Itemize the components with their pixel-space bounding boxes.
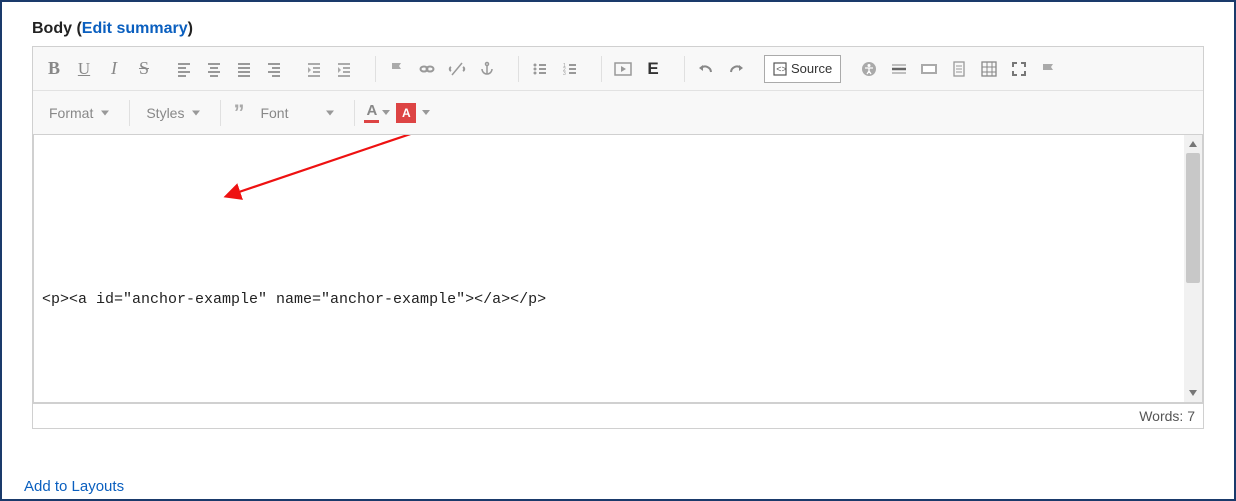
format-dropdown[interactable]: Format — [39, 99, 115, 127]
link-button[interactable] — [413, 55, 441, 83]
maximize-button[interactable] — [1005, 55, 1033, 83]
indent-button[interactable] — [330, 55, 358, 83]
underline-button[interactable]: U — [70, 55, 98, 83]
word-count: Words: 7 — [1139, 408, 1195, 424]
align-center-button[interactable] — [200, 55, 228, 83]
rich-text-editor: B U I S — [32, 46, 1204, 429]
styles-dropdown[interactable]: Styles — [136, 99, 206, 127]
edit-summary-link[interactable]: Edit summary — [82, 20, 188, 37]
horizontal-rule-button[interactable] — [885, 55, 913, 83]
unlink-button[interactable] — [443, 55, 471, 83]
source-button[interactable]: <> Source — [764, 55, 841, 83]
toolbar-row-2: Format Styles ” Font A A — [33, 91, 1203, 135]
align-right-button[interactable] — [260, 55, 288, 83]
undo-button[interactable] — [692, 55, 720, 83]
numbered-list-button[interactable]: 123 — [556, 55, 584, 83]
add-to-layouts-link[interactable]: Add to Layouts — [24, 478, 124, 495]
table-button[interactable] — [975, 55, 1003, 83]
code-line-1[interactable]: <p><a id="anchor-example" name="anchor-e… — [42, 289, 1194, 310]
summary-paren-close: ) — [188, 20, 193, 37]
italic-button[interactable]: I — [100, 55, 128, 83]
svg-text:3: 3 — [563, 71, 566, 77]
bullet-list-button[interactable] — [526, 55, 554, 83]
media-embed-button[interactable] — [609, 55, 637, 83]
iframe-button[interactable] — [915, 55, 943, 83]
scroll-up-button[interactable] — [1184, 135, 1202, 153]
strikethrough-button[interactable]: S — [130, 55, 158, 83]
align-left-button[interactable] — [170, 55, 198, 83]
toolbar-row-1: B U I S — [33, 47, 1203, 91]
bg-color-button[interactable]: A — [393, 103, 430, 123]
editor-scrollbar[interactable] — [1184, 135, 1202, 402]
custom-e-button[interactable]: E — [639, 55, 667, 83]
scroll-down-button[interactable] — [1184, 384, 1202, 402]
page-template-button[interactable] — [945, 55, 973, 83]
body-label-text: Body — [32, 20, 72, 37]
anchor-button[interactable] — [473, 55, 501, 83]
redo-button[interactable] — [722, 55, 750, 83]
source-icon: <> — [773, 62, 787, 76]
editor-status-bar: Words: 7 — [33, 403, 1203, 428]
blockquote-button[interactable]: ” — [227, 100, 250, 126]
show-blocks-button[interactable] — [1035, 55, 1063, 83]
svg-text:<>: <> — [776, 64, 787, 74]
editor-source-area[interactable]: <p><a id="anchor-example" name="anchor-e… — [33, 135, 1203, 403]
scroll-thumb[interactable] — [1186, 153, 1200, 283]
align-justify-button[interactable] — [230, 55, 258, 83]
flag-icon[interactable] — [383, 55, 411, 83]
bold-button[interactable]: B — [40, 55, 68, 83]
font-dropdown[interactable]: Font — [250, 99, 340, 127]
accessibility-icon[interactable] — [855, 55, 883, 83]
body-field-label: Body (Edit summary) — [32, 20, 1204, 38]
outdent-button[interactable] — [300, 55, 328, 83]
source-code-content[interactable]: <p><a id="anchor-example" name="anchor-e… — [34, 135, 1202, 403]
source-button-label: Source — [791, 61, 832, 76]
text-color-button[interactable]: A — [364, 102, 390, 123]
